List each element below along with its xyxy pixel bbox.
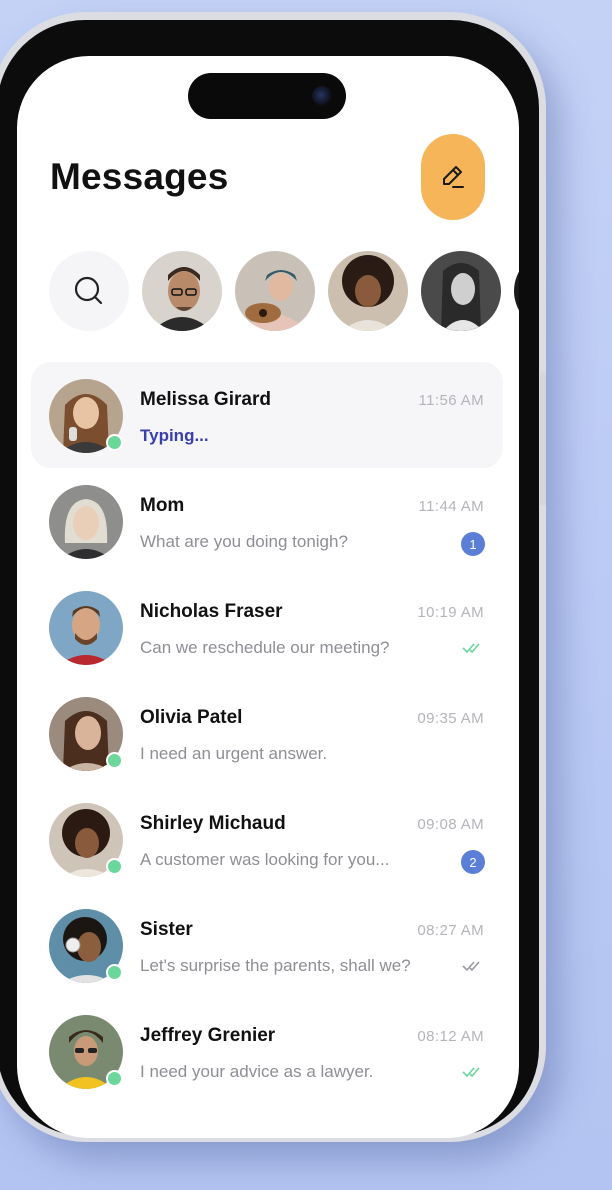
conversation-row[interactable]: Mom 11:44 AM What are you doing tonigh? … [31, 468, 503, 574]
contact-name: Sister [140, 919, 193, 940]
screen: Messages Melissa Girard 11:56 AM Typing.… [17, 56, 519, 1138]
delivered-check-icon [462, 961, 480, 972]
compose-button[interactable] [421, 134, 485, 220]
story-avatar[interactable] [421, 251, 501, 331]
page-title: Messages [50, 156, 229, 197]
online-indicator [106, 858, 123, 875]
read-check-icon [462, 1067, 480, 1078]
search-button[interactable] [49, 251, 129, 331]
unread-badge: 1 [461, 532, 485, 556]
pencil-icon [443, 166, 464, 188]
story-avatar[interactable] [328, 251, 408, 331]
message-time: 09:35 AM [417, 710, 484, 727]
message-preview: What are you doing tonigh? [140, 532, 348, 551]
conversation-list: Melissa Girard 11:56 AM Typing... Mom 11… [31, 362, 503, 1104]
message-preview: I need your advice as a lawyer. [140, 1062, 374, 1081]
contact-name: Shirley Michaud [140, 813, 286, 834]
dynamic-island [188, 73, 346, 119]
contact-name: Mom [140, 495, 185, 516]
avatar [49, 591, 123, 665]
online-indicator [106, 752, 123, 769]
typing-indicator: Typing... [140, 426, 209, 445]
online-indicator [106, 1070, 123, 1087]
message-time: 08:12 AM [417, 1028, 484, 1045]
message-preview: Can we reschedule our meeting? [140, 638, 390, 657]
phone-bezel: Messages Melissa Girard 11:56 AM Typing.… [0, 20, 539, 1138]
message-preview: A customer was looking for you... [140, 850, 390, 869]
online-indicator [106, 964, 123, 981]
side-button [540, 372, 546, 506]
contact-name: Nicholas Fraser [140, 601, 283, 622]
message-time: 10:19 AM [417, 604, 484, 621]
conversation-row[interactable]: Melissa Girard 11:56 AM Typing... [31, 362, 503, 468]
stories-row [49, 251, 519, 333]
story-avatar[interactable] [235, 251, 315, 331]
read-check-icon [462, 643, 480, 654]
online-indicator [106, 434, 123, 451]
unread-badge: 2 [461, 850, 485, 874]
story-avatar[interactable] [514, 251, 519, 331]
story-avatar[interactable] [142, 251, 222, 331]
contact-name: Jeffrey Grenier [140, 1025, 276, 1046]
message-time: 08:27 AM [417, 922, 484, 939]
conversation-row[interactable]: Olivia Patel 09:35 AM I need an urgent a… [31, 680, 503, 786]
conversation-row[interactable]: Nicholas Fraser 10:19 AM Can we reschedu… [31, 574, 503, 680]
message-preview: I need an urgent answer. [140, 744, 328, 763]
camera-icon [312, 86, 332, 106]
message-time: 11:56 AM [418, 392, 484, 409]
contact-name: Melissa Girard [140, 389, 271, 410]
message-time: 09:08 AM [417, 816, 484, 833]
search-icon [74, 276, 103, 305]
contact-name: Olivia Patel [140, 707, 243, 728]
avatar [49, 485, 123, 559]
conversation-row[interactable]: Jeffrey Grenier 08:12 AM I need your adv… [31, 998, 503, 1104]
conversation-row[interactable]: Sister 08:27 AM Let's surprise the paren… [31, 892, 503, 998]
message-preview: Let's surprise the parents, shall we? [140, 956, 411, 975]
message-time: 11:44 AM [418, 498, 484, 515]
conversation-row[interactable]: Shirley Michaud 09:08 AM A customer was … [31, 786, 503, 892]
